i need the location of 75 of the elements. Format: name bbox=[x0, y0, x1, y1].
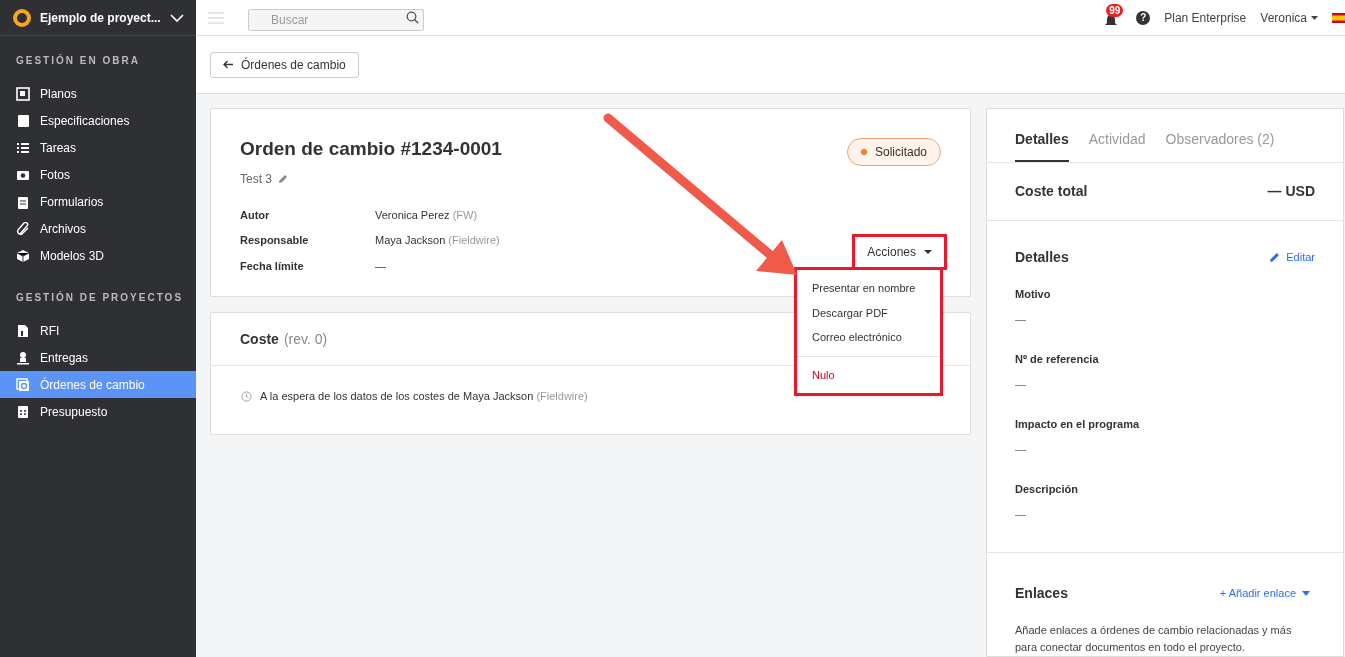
caret-icon[interactable] bbox=[1311, 15, 1318, 20]
caret-icon bbox=[1302, 591, 1310, 596]
detail-label: Nº de referencia bbox=[1015, 352, 1100, 367]
sidebar-item[interactable]: Presupuesto bbox=[0, 398, 196, 425]
detail-value: — bbox=[1015, 441, 1027, 457]
arrow-left-icon bbox=[223, 60, 233, 69]
field-value: Veronica Perez (FW) bbox=[375, 207, 478, 223]
back-button[interactable]: Órdenes de cambio bbox=[210, 51, 359, 78]
detail-label: Descripción bbox=[1015, 482, 1079, 497]
detail-value: — bbox=[1015, 376, 1027, 392]
field-label: Responsable bbox=[240, 233, 310, 248]
detail-label: Motivo bbox=[1015, 287, 1052, 302]
field-label: Autor bbox=[240, 207, 271, 223]
calculator-icon bbox=[16, 404, 30, 419]
menu-item[interactable]: Presentar en nombre bbox=[797, 276, 940, 301]
clipboard-icon bbox=[16, 194, 30, 209]
tab[interactable]: Detalles bbox=[1015, 129, 1069, 163]
search-icon[interactable] bbox=[406, 10, 419, 24]
user-menu[interactable]: Veronica bbox=[1260, 8, 1307, 27]
menu-item[interactable]: Descargar PDF bbox=[797, 300, 940, 325]
links-description: Añade enlaces a órdenes de cambio relacionadas y más para conectar documentos en todo el proyecto. bbox=[1015, 623, 1293, 655]
status-dot-icon bbox=[860, 149, 867, 155]
help-button[interactable]: ? bbox=[1136, 10, 1151, 25]
person-icon bbox=[16, 350, 30, 365]
cost-message: A la espera de los datos de los costes de Maya Jackson (Fieldwire) bbox=[260, 389, 588, 404]
caret-icon bbox=[924, 250, 932, 254]
clock-icon bbox=[241, 390, 252, 402]
flag-icon[interactable] bbox=[1332, 12, 1345, 23]
sidebar-item[interactable]: Especificaciones bbox=[0, 107, 196, 134]
total-cost-value: — USD bbox=[1267, 182, 1315, 202]
chevron-down-icon[interactable] bbox=[170, 12, 184, 23]
links-title: Enlaces bbox=[1015, 584, 1068, 603]
sidebar-item[interactable]: Tareas bbox=[0, 134, 196, 161]
order-title: Orden de cambio #1234-0001 bbox=[240, 137, 502, 161]
menu-item[interactable]: Nulo bbox=[797, 362, 940, 387]
bell-icon[interactable] bbox=[1104, 13, 1119, 28]
field-value: — bbox=[375, 258, 386, 274]
cost-revision: (rev. 0) bbox=[283, 329, 328, 349]
section-heading: GESTIÓN DE PROYECTOS bbox=[15, 290, 185, 305]
field-label: Fecha límite bbox=[240, 258, 305, 274]
cost-title: Coste bbox=[240, 329, 279, 349]
change-order-icon bbox=[16, 377, 30, 392]
sidebar-item[interactable]: Planos bbox=[0, 80, 196, 107]
status-badge: Solicitado bbox=[846, 138, 941, 166]
sidebar-item[interactable]: Modelos 3D bbox=[0, 242, 196, 269]
menu-item[interactable]: Correo electrónico bbox=[797, 325, 940, 350]
cube-icon bbox=[16, 248, 30, 263]
logo-icon bbox=[12, 7, 32, 28]
document-icon bbox=[16, 323, 30, 338]
sidebar-item[interactable]: Entregas bbox=[0, 344, 196, 371]
detail-label: Impacto en el programa bbox=[1015, 417, 1141, 432]
search-field[interactable]: Buscar bbox=[248, 8, 424, 31]
edit-link[interactable]: Editar bbox=[1269, 249, 1315, 266]
notebook-icon bbox=[16, 113, 30, 128]
details-title: Detalles bbox=[1015, 248, 1069, 267]
pencil-icon bbox=[1269, 252, 1281, 263]
project-name[interactable]: Ejemplo de proyect... bbox=[40, 8, 161, 27]
floor-plan-icon bbox=[16, 86, 30, 101]
list-icon bbox=[16, 140, 30, 155]
sidebar-item[interactable]: Archivos bbox=[0, 215, 196, 242]
paperclip-icon bbox=[16, 221, 30, 236]
total-cost-label: Coste total bbox=[1015, 182, 1088, 202]
detail-value: — bbox=[1015, 311, 1027, 327]
order-subtitle: Test 3 bbox=[240, 170, 272, 188]
detail-value: — bbox=[1015, 506, 1027, 522]
section-heading: GESTIÓN EN OBRA bbox=[15, 53, 141, 68]
sidebar-item[interactable]: Fotos bbox=[0, 161, 196, 188]
field-value: Maya Jackson (Fieldwire) bbox=[375, 233, 500, 248]
sidebar-item[interactable]: RFI bbox=[0, 317, 196, 344]
sidebar-item[interactable]: Formularios bbox=[0, 188, 196, 215]
add-link-button[interactable]: + Añadir enlace bbox=[1219, 585, 1310, 602]
actions-button[interactable]: Acciones bbox=[855, 237, 944, 267]
notification-count: 99 bbox=[1106, 3, 1124, 17]
plan-link[interactable]: Plan Enterprise bbox=[1164, 8, 1247, 27]
pencil-icon[interactable] bbox=[278, 173, 288, 184]
